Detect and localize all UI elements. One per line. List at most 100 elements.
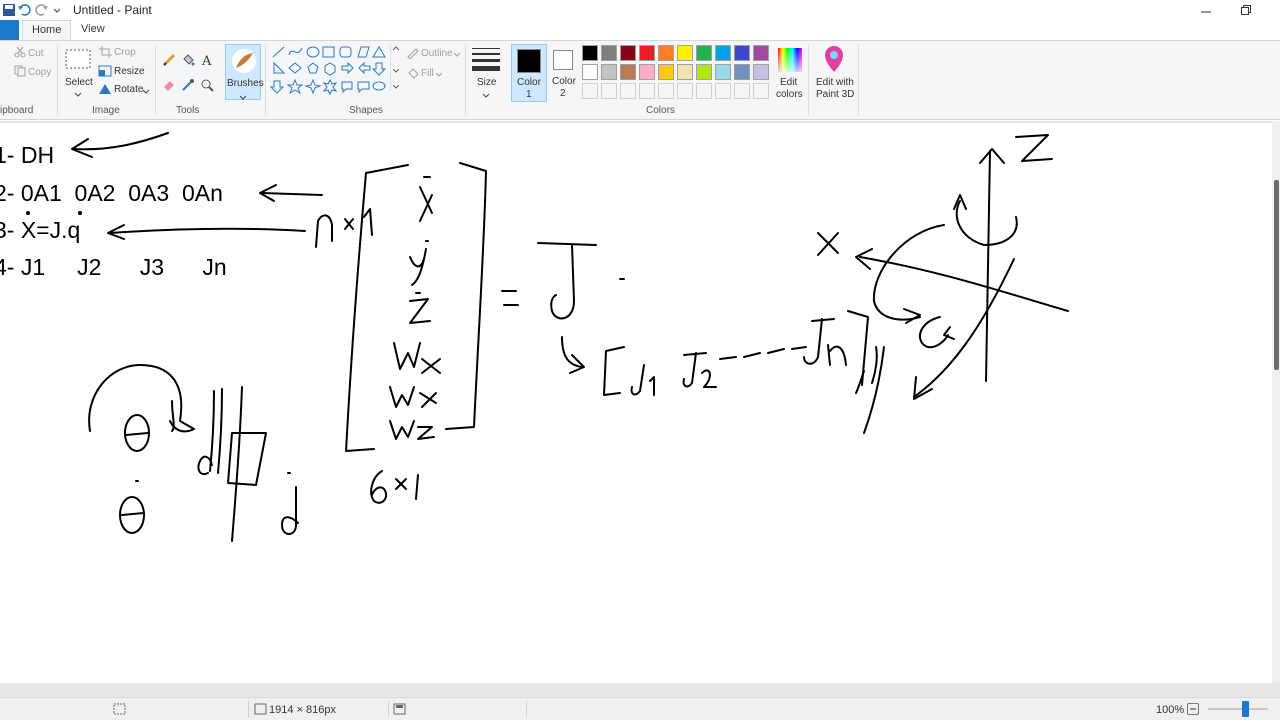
- palette-swatch[interactable]: [677, 45, 693, 61]
- save-icon[interactable]: [2, 3, 16, 17]
- shapes-scroll[interactable]: [390, 45, 400, 91]
- zoom-out-button[interactable]: [1187, 703, 1199, 715]
- undo-icon[interactable]: [17, 3, 31, 17]
- color1-swatch: [517, 49, 541, 73]
- palette-swatch[interactable]: [715, 64, 731, 80]
- custom-color-slot[interactable]: [734, 83, 750, 99]
- palette-swatch[interactable]: [620, 64, 636, 80]
- crop-button[interactable]: Crop: [114, 47, 136, 58]
- palette-swatch[interactable]: [658, 45, 674, 61]
- pencil-icon[interactable]: [160, 51, 178, 69]
- size-button[interactable]: Size: [477, 77, 496, 88]
- color1-button[interactable]: Color 1: [511, 44, 547, 102]
- divider: [265, 45, 266, 115]
- custom-color-slot[interactable]: [639, 83, 655, 99]
- vertical-scrollbar-thumb[interactable]: [1274, 180, 1279, 370]
- select-icon[interactable]: [65, 49, 91, 74]
- outline-button[interactable]: Outline: [421, 48, 453, 59]
- minimize-button[interactable]: [1186, 0, 1226, 20]
- zoom-slider-thumb[interactable]: [1242, 701, 1249, 717]
- divider: [388, 701, 389, 717]
- outline-icon[interactable]: [406, 47, 420, 62]
- palette-swatch[interactable]: [753, 45, 769, 61]
- custom-color-slot[interactable]: [658, 83, 674, 99]
- chevron-down-icon[interactable]: [453, 49, 461, 61]
- palette-swatch[interactable]: [677, 64, 693, 80]
- custom-color-slot[interactable]: [601, 83, 617, 99]
- shapes-gallery[interactable]: [269, 45, 400, 100]
- custom-color-slot[interactable]: [677, 83, 693, 99]
- palette-swatch[interactable]: [620, 45, 636, 61]
- palette-swatch[interactable]: [582, 64, 598, 80]
- fill-bucket-icon[interactable]: [179, 51, 197, 69]
- color-picker-icon[interactable]: [179, 76, 197, 94]
- canvas-text-line-1: 1- DH: [0, 142, 54, 168]
- cut-icon[interactable]: [13, 46, 27, 61]
- ribbon-tabs: Home View: [0, 20, 1280, 40]
- palette-swatch[interactable]: [715, 45, 731, 61]
- palette-swatch[interactable]: [601, 45, 617, 61]
- palette-swatch[interactable]: [753, 64, 769, 80]
- redo-icon[interactable]: [35, 3, 49, 17]
- canvas-text-line-4: 4- J1 J2 J3 Jn: [0, 254, 227, 280]
- edit-with-paint3d-button[interactable]: Edit with Paint 3D: [812, 44, 856, 102]
- resize-button[interactable]: Resize: [114, 66, 145, 77]
- palette-swatch[interactable]: [639, 64, 655, 80]
- cut-button[interactable]: Cut: [28, 48, 44, 59]
- color2-button[interactable]: Color 2: [547, 44, 581, 102]
- palette-swatch[interactable]: [734, 64, 750, 80]
- file-tab[interactable]: [0, 20, 19, 40]
- size-icon[interactable]: [471, 46, 501, 75]
- zoom-level: 100%: [1156, 704, 1185, 716]
- palette-swatch[interactable]: [696, 64, 712, 80]
- eraser-icon[interactable]: [160, 76, 178, 94]
- select-button[interactable]: Select: [65, 77, 93, 88]
- custom-color-slot[interactable]: [753, 83, 769, 99]
- palette-swatch[interactable]: [639, 45, 655, 61]
- canvas-size-icon: [254, 703, 267, 718]
- rotate-button[interactable]: Rotate: [114, 84, 143, 95]
- custom-color-slot[interactable]: [696, 83, 712, 99]
- rotate-icon[interactable]: [98, 83, 112, 98]
- text-tool-icon[interactable]: A: [198, 51, 216, 69]
- zoom-slider-track[interactable]: [1208, 708, 1268, 710]
- canvas-size-text: 1914 × 816px: [269, 704, 336, 716]
- edit-colors-button[interactable]: Edit colors: [773, 44, 807, 102]
- magnifier-icon[interactable]: [198, 76, 216, 94]
- brush-icon: [231, 48, 257, 77]
- divider: [526, 701, 527, 717]
- chevron-down-icon[interactable]: [142, 86, 150, 98]
- brushes-button[interactable]: Brushes: [225, 44, 264, 100]
- tab-view[interactable]: View: [81, 23, 105, 35]
- copy-button[interactable]: Copy: [28, 67, 51, 78]
- palette-swatch[interactable]: [601, 64, 617, 80]
- maximize-button[interactable]: [1226, 0, 1266, 20]
- copy-icon[interactable]: [13, 65, 27, 80]
- horizontal-scrollbar[interactable]: [0, 683, 1280, 697]
- fill-button[interactable]: Fill: [421, 68, 434, 79]
- minus-icon: [1190, 708, 1196, 710]
- resize-icon[interactable]: [98, 65, 112, 80]
- title-bar: Untitled - Paint: [0, 0, 1280, 20]
- chevron-down-icon[interactable]: [435, 69, 443, 81]
- svg-text:A: A: [201, 54, 212, 67]
- chevron-down-icon[interactable]: [74, 89, 82, 101]
- custom-color-slot[interactable]: [582, 83, 598, 99]
- fill-icon[interactable]: [406, 67, 420, 82]
- color-wheel-icon: [777, 47, 803, 76]
- dot-mark: [26, 211, 30, 215]
- palette-swatch[interactable]: [582, 45, 598, 61]
- paint3d-label-1: Edit with: [816, 77, 854, 88]
- crop-icon[interactable]: [99, 46, 113, 61]
- divider: [248, 701, 249, 717]
- palette-swatch[interactable]: [734, 45, 750, 61]
- custom-color-slot[interactable]: [620, 83, 636, 99]
- custom-color-slot[interactable]: [715, 83, 731, 99]
- palette-swatch[interactable]: [658, 64, 674, 80]
- chevron-down-icon[interactable]: [52, 3, 66, 17]
- clipboard-group-label: ipboard: [0, 105, 34, 116]
- tools-group-label: Tools: [176, 105, 200, 116]
- chevron-down-icon[interactable]: [482, 90, 490, 102]
- palette-swatch[interactable]: [696, 45, 712, 61]
- tab-home[interactable]: Home: [22, 20, 72, 40]
